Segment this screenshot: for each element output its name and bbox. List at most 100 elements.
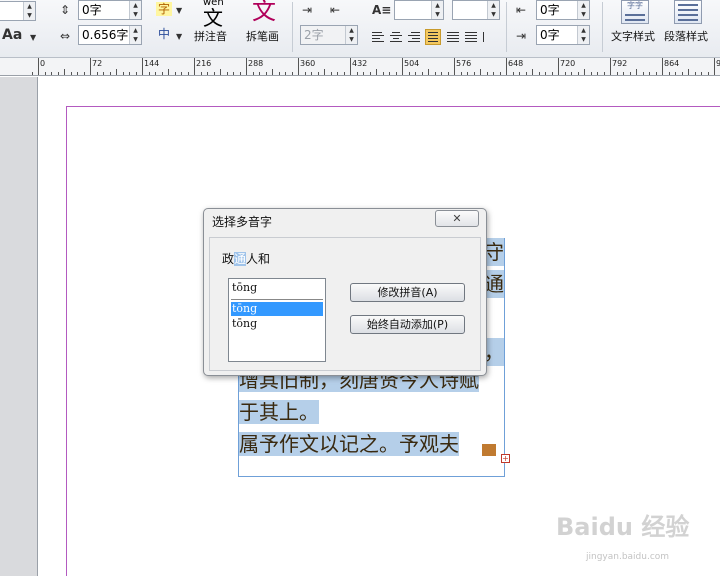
pinyin-option-selected[interactable]: tōng: [231, 302, 323, 316]
auto-add-button[interactable]: 始终自动添加(P): [350, 315, 465, 334]
text-style-button[interactable]: 字字 文字样式: [608, 0, 662, 46]
ruler-tick: [610, 58, 611, 75]
spinner-arrows-icon[interactable]: ▲ ▼: [23, 2, 35, 20]
font-height-spinner[interactable]: ▲ ▼: [394, 0, 444, 20]
indent-value-1: 0字: [540, 3, 560, 17]
align-justify-icon[interactable]: [425, 29, 441, 45]
ruler-tick: [201, 72, 202, 75]
ruler-tick: [539, 72, 540, 75]
toolbar-divider: [506, 2, 507, 52]
ruler-tick: [51, 72, 52, 75]
spinner-arrows-icon[interactable]: ▲ ▼: [345, 26, 357, 44]
ruler-label: 864: [664, 59, 680, 68]
ruler-tick: [714, 58, 715, 75]
char-spacing-icon: ⇔: [60, 29, 71, 43]
spacing-spinner-1[interactable]: 0字 ▲ ▼: [78, 0, 142, 20]
ruler-tick: [220, 69, 221, 75]
align-distribute-icon[interactable]: [445, 29, 461, 45]
char-spacing-spinner[interactable]: 2字 ▲ ▼: [300, 25, 358, 45]
ruler-tick: [669, 72, 670, 75]
ruler-tick: [506, 58, 507, 75]
ruler-tick: [188, 72, 189, 75]
ruler-tick: [194, 58, 195, 75]
modify-pinyin-button[interactable]: 修改拼音(A): [350, 283, 465, 302]
ruler-tick: [682, 72, 683, 75]
ruler-tick: [175, 72, 176, 75]
ruler-tick: [662, 58, 663, 75]
font-height-icon: A≡: [372, 3, 392, 17]
ruler-tick: [636, 69, 637, 75]
close-icon: ✕: [452, 212, 462, 225]
ruler-tick: [181, 72, 182, 75]
spinner-arrows-icon[interactable]: ▲ ▼: [129, 1, 141, 19]
ruler-tick: [402, 58, 403, 75]
ruler-tick: [324, 69, 325, 75]
baidu-watermark-logo: Baidu 经验: [556, 514, 689, 540]
split-button-label: 拆笔画: [246, 30, 279, 43]
ruler-tick: [71, 72, 72, 75]
ruler-tick: [168, 69, 169, 75]
ruler-tick: [428, 69, 429, 75]
indent-spinner-2[interactable]: 0字 ▲ ▼: [536, 25, 590, 45]
ruler-tick: [357, 72, 358, 75]
watermark-logo-text: Baidu 经验: [556, 513, 690, 541]
split-strokes-button[interactable]: 文 拆笔画: [244, 0, 286, 44]
spinner-arrows-icon[interactable]: ▲ ▼: [129, 26, 141, 44]
text-overflow-icon[interactable]: +: [501, 454, 510, 463]
ruler-tick: [123, 72, 124, 75]
horizontal-ruler[interactable]: 0 72 144 216 288 360 432 504 576 648 720 792 864 936: [0, 58, 720, 76]
ruler-tick: [688, 69, 689, 75]
font-width-spinner[interactable]: ▲ ▼: [452, 0, 500, 20]
ruler-label: 432: [352, 59, 368, 68]
text-peek-comma: ，: [484, 338, 504, 366]
phrase-selected-char: 通: [234, 252, 247, 266]
ruler-tick: [279, 72, 280, 75]
pinyin-option[interactable]: tōng: [231, 281, 323, 295]
close-button[interactable]: ✕: [435, 210, 479, 227]
spinner-arrows-icon[interactable]: ▲ ▼: [577, 26, 589, 44]
ruler-tick: [58, 72, 59, 75]
ruler-tick: [701, 72, 702, 75]
pinyin-option[interactable]: tōng: [231, 317, 323, 331]
zi-format-icon[interactable]: 字: [156, 2, 173, 16]
paragraph-style-button[interactable]: 段落样式: [662, 0, 718, 46]
aa-dropdown-icon[interactable]: ▼: [30, 31, 36, 45]
ruler-label: 576: [456, 59, 472, 68]
indent-spinner-1[interactable]: 0字 ▲ ▼: [536, 0, 590, 20]
ruler-tick: [240, 72, 241, 75]
zhong-format-icon[interactable]: 中: [158, 27, 170, 41]
align-center-icon[interactable]: [388, 29, 404, 45]
pinyin-annotate-button[interactable]: wen 文 拼注音: [192, 0, 234, 44]
spinner-arrows-icon[interactable]: ▲ ▼: [577, 1, 589, 19]
ruler-tick: [656, 72, 657, 75]
ruler-tick: [623, 72, 624, 75]
font-size-aa-icon[interactable]: Aa: [2, 28, 22, 42]
align-spread-icon[interactable]: [463, 29, 479, 45]
text-style-icon-text: 字字: [627, 1, 643, 10]
spinner-arrows-icon[interactable]: ▲ ▼: [431, 1, 443, 19]
ruler-tick: [292, 72, 293, 75]
phrase-prefix: 政: [222, 252, 235, 266]
ruler-tick: [318, 72, 319, 75]
ruler-tick: [519, 72, 520, 75]
split-wen-icon: 文: [252, 0, 276, 25]
ruler-tick: [675, 72, 676, 75]
ruler-tick: [389, 72, 390, 75]
ruler-tick: [565, 72, 566, 75]
ruler-tick: [311, 72, 312, 75]
ruler-tick: [227, 72, 228, 75]
zhong-dropdown-icon[interactable]: ▼: [176, 30, 182, 44]
indent-decrease-icon[interactable]: ⇤: [330, 3, 340, 17]
spinner-arrows-icon[interactable]: ▲ ▼: [487, 1, 499, 19]
pinyin-options-list[interactable]: tōng tōng tōng: [228, 278, 326, 362]
paragraph-style-label: 段落样式: [664, 30, 708, 43]
indent-increase-icon[interactable]: ⇥: [302, 3, 312, 17]
spacing-spinner-2[interactable]: 0.656字 ▲ ▼: [78, 25, 142, 45]
align-right-icon[interactable]: [406, 29, 422, 45]
left-indent-icon: ⇤: [516, 3, 527, 17]
align-vertical-icon[interactable]: [481, 29, 497, 45]
align-left-icon[interactable]: [370, 29, 386, 45]
ruler-tick: [84, 72, 85, 75]
zi-dropdown-icon[interactable]: ▼: [176, 4, 182, 18]
left-partial-spinner[interactable]: ▲ ▼: [0, 1, 36, 21]
